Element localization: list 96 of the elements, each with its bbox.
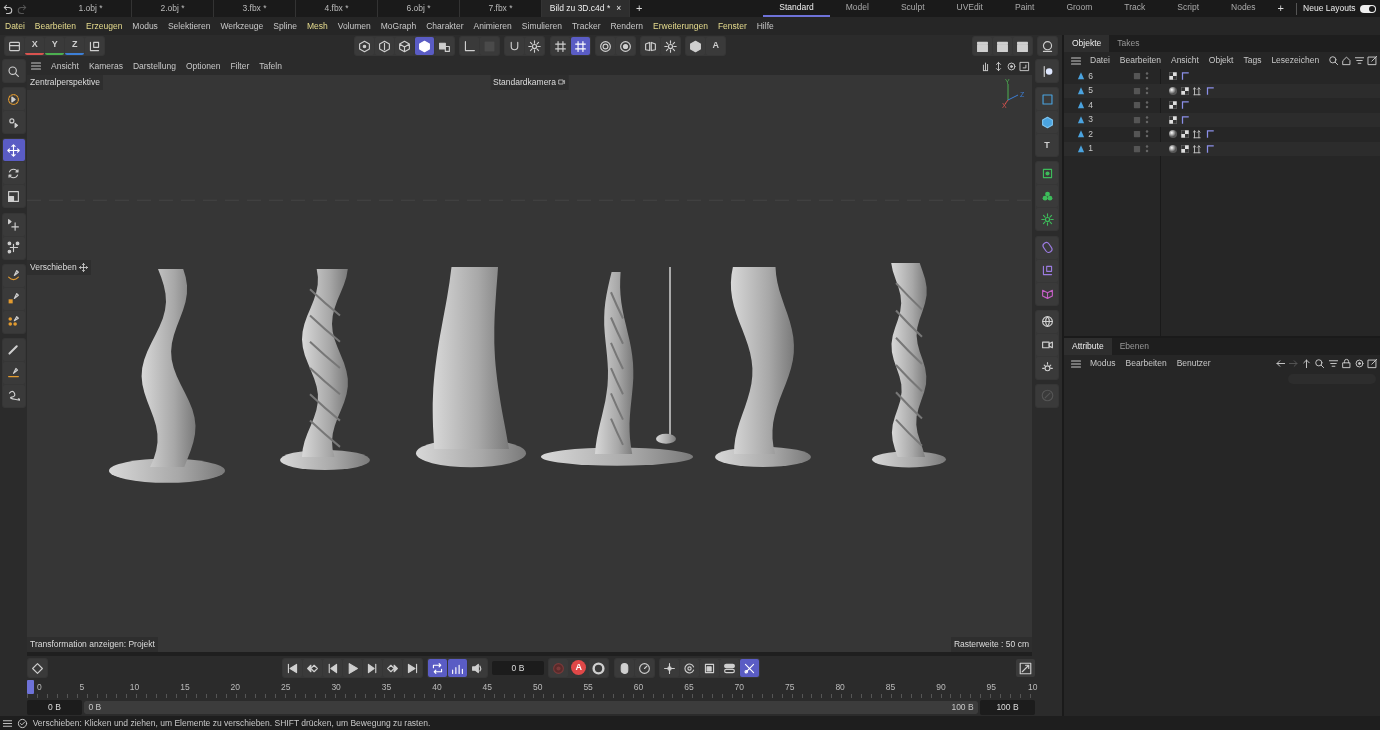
frame-number: 90: [936, 681, 946, 694]
view-menu-item[interactable]: Optionen: [180, 59, 226, 73]
projection-label: Zentralperspektive: [27, 75, 103, 90]
grid-size-label: Rasterweite : 50 cm: [950, 637, 1032, 652]
frame-number: 85: [885, 681, 896, 694]
frame-number: 40: [432, 681, 442, 694]
end-frame-field[interactable]: 100 B: [980, 700, 1035, 715]
layout-tab[interactable]: Sculpt: [884, 0, 941, 17]
add-layout-button[interactable]: +: [1271, 3, 1291, 14]
frame-number: 95: [986, 681, 997, 694]
menu-item[interactable]: Werkzeuge: [215, 19, 269, 33]
object-name[interactable]: 6: [1088, 69, 1133, 83]
menu-item[interactable]: Spline: [268, 19, 302, 33]
frame-number: 10: [1028, 681, 1038, 694]
range-slider[interactable]: 0 B 100 B: [84, 701, 978, 714]
status-text: Verschieben: Klicken und ziehen, um Elemente zu verschieben. SHIFT drücken, um Bewegung zu rasten.: [32, 716, 431, 730]
menu-item[interactable]: Bearbeiten: [29, 19, 81, 33]
frame-number: 0: [37, 681, 42, 694]
start-frame-field[interactable]: 0 B: [27, 700, 82, 715]
frame-number: 75: [785, 681, 795, 694]
panel-tab[interactable]: Attribute: [1064, 338, 1112, 355]
menu-item[interactable]: Mesh: [301, 19, 333, 33]
time-ruler[interactable]: 0 5 10 15 20 25 30 35 40 45 50 55 60 65 70 75 80 85 90 95 10: [27, 680, 1035, 698]
frame-number: 25: [281, 681, 291, 694]
menu-item[interactable]: Datei: [0, 19, 30, 33]
axis-lock-button[interactable]: X: [25, 37, 45, 55]
menu-item[interactable]: Erzeugen: [80, 19, 128, 33]
tool-hint: Verschieben: [27, 260, 91, 275]
panel-menu-item[interactable]: Ansicht: [1165, 54, 1204, 67]
frame-number: 55: [583, 681, 593, 694]
panel-tab[interactable]: Takes: [1109, 35, 1148, 52]
menu-item[interactable]: Modus: [127, 19, 163, 33]
layout-tab[interactable]: Paint: [999, 0, 1051, 17]
frame-number: 45: [482, 681, 493, 694]
frame-number: 15: [180, 681, 190, 694]
object-name[interactable]: 1: [1088, 142, 1133, 156]
frame-number: 80: [835, 681, 845, 694]
layout-tab[interactable]: UVEdit: [940, 0, 999, 17]
letter-button[interactable]: T: [1036, 134, 1058, 157]
menu-item[interactable]: Animieren: [468, 19, 517, 33]
object-name[interactable]: 4: [1088, 98, 1133, 112]
frame-number: 5: [79, 681, 85, 694]
menu-item[interactable]: Charakter: [421, 19, 469, 33]
panel-tab[interactable]: Ebenen: [1111, 338, 1157, 355]
layout-tab[interactable]: Script: [1161, 0, 1216, 17]
panel-menu-item[interactable]: Bearbeiten: [1114, 54, 1166, 67]
letter-button[interactable]: A: [706, 37, 726, 55]
frame-number: 50: [533, 681, 543, 694]
panel-menu-item[interactable]: Objekt: [1203, 54, 1239, 67]
menu-item[interactable]: Selektieren: [162, 19, 216, 33]
object-name[interactable]: 2: [1088, 127, 1133, 141]
axis-lock-button[interactable]: Y: [45, 37, 65, 55]
object-name[interactable]: 5: [1088, 84, 1133, 98]
panel-menu-item[interactable]: Lesezeichen: [1266, 54, 1325, 67]
panel-menu-item[interactable]: Bearbeiten: [1120, 357, 1172, 370]
frame-number: 70: [734, 681, 745, 694]
frame-number: 10: [129, 681, 140, 694]
menu-item[interactable]: MoGraph: [375, 19, 422, 33]
transform-info: Transformation anzeigen: Projekt: [27, 637, 158, 652]
layout-tab[interactable]: Groom: [1050, 0, 1109, 17]
menu-item[interactable]: Rendern: [605, 19, 649, 33]
menu-item[interactable]: Hilfe: [751, 19, 779, 33]
view-menu-item[interactable]: Ansicht: [46, 59, 84, 73]
layout-tab[interactable]: Nodes: [1215, 0, 1272, 17]
view-menu-item[interactable]: Kameras: [83, 59, 128, 73]
view-menu-item[interactable]: Filter: [225, 59, 255, 73]
frame-number: 65: [684, 681, 694, 694]
layout-tab[interactable]: Model: [829, 0, 885, 17]
menu-item[interactable]: Volumen: [332, 19, 376, 33]
document-tab[interactable]: Bild zu 3D.c4d * ×: [542, 0, 630, 17]
panel-menu-item[interactable]: Benutzer: [1171, 357, 1216, 370]
menu-item[interactable]: Fenster: [712, 19, 752, 33]
letter-button[interactable]: A: [571, 660, 587, 675]
close-icon[interactable]: ×: [616, 2, 622, 15]
object-name[interactable]: 3: [1088, 113, 1133, 127]
view-menu-item[interactable]: Darstellung: [127, 59, 181, 73]
axis-lock-button[interactable]: Z: [65, 37, 85, 55]
frame-number: 60: [633, 681, 644, 694]
panel-menu-item[interactable]: Tags: [1238, 54, 1267, 67]
view-menu-item[interactable]: Tafeln: [254, 59, 287, 73]
menu-item[interactable]: Tracker: [567, 19, 606, 33]
panel-menu-item[interactable]: Datei: [1085, 54, 1115, 67]
menu-item[interactable]: Erweiterungen: [648, 19, 713, 33]
camera-label[interactable]: Standardkamera: [490, 75, 569, 90]
menu-item[interactable]: Simulieren: [516, 19, 567, 33]
slider-end-value: 100 B: [951, 701, 974, 714]
layouts-label: Neue Layouts: [1303, 2, 1356, 15]
layout-tab[interactable]: Track: [1108, 0, 1162, 17]
frame-field[interactable]: 0 B: [492, 660, 544, 676]
panel-tab[interactable]: Objekte: [1064, 35, 1110, 52]
new-tab-button[interactable]: +: [630, 3, 649, 14]
frame-number: 20: [230, 681, 241, 694]
slider-start-value: 0 B: [88, 701, 102, 714]
panel-menu-item[interactable]: Modus: [1085, 357, 1121, 370]
frame-number: 30: [331, 681, 341, 694]
frame-number: 35: [381, 681, 392, 694]
